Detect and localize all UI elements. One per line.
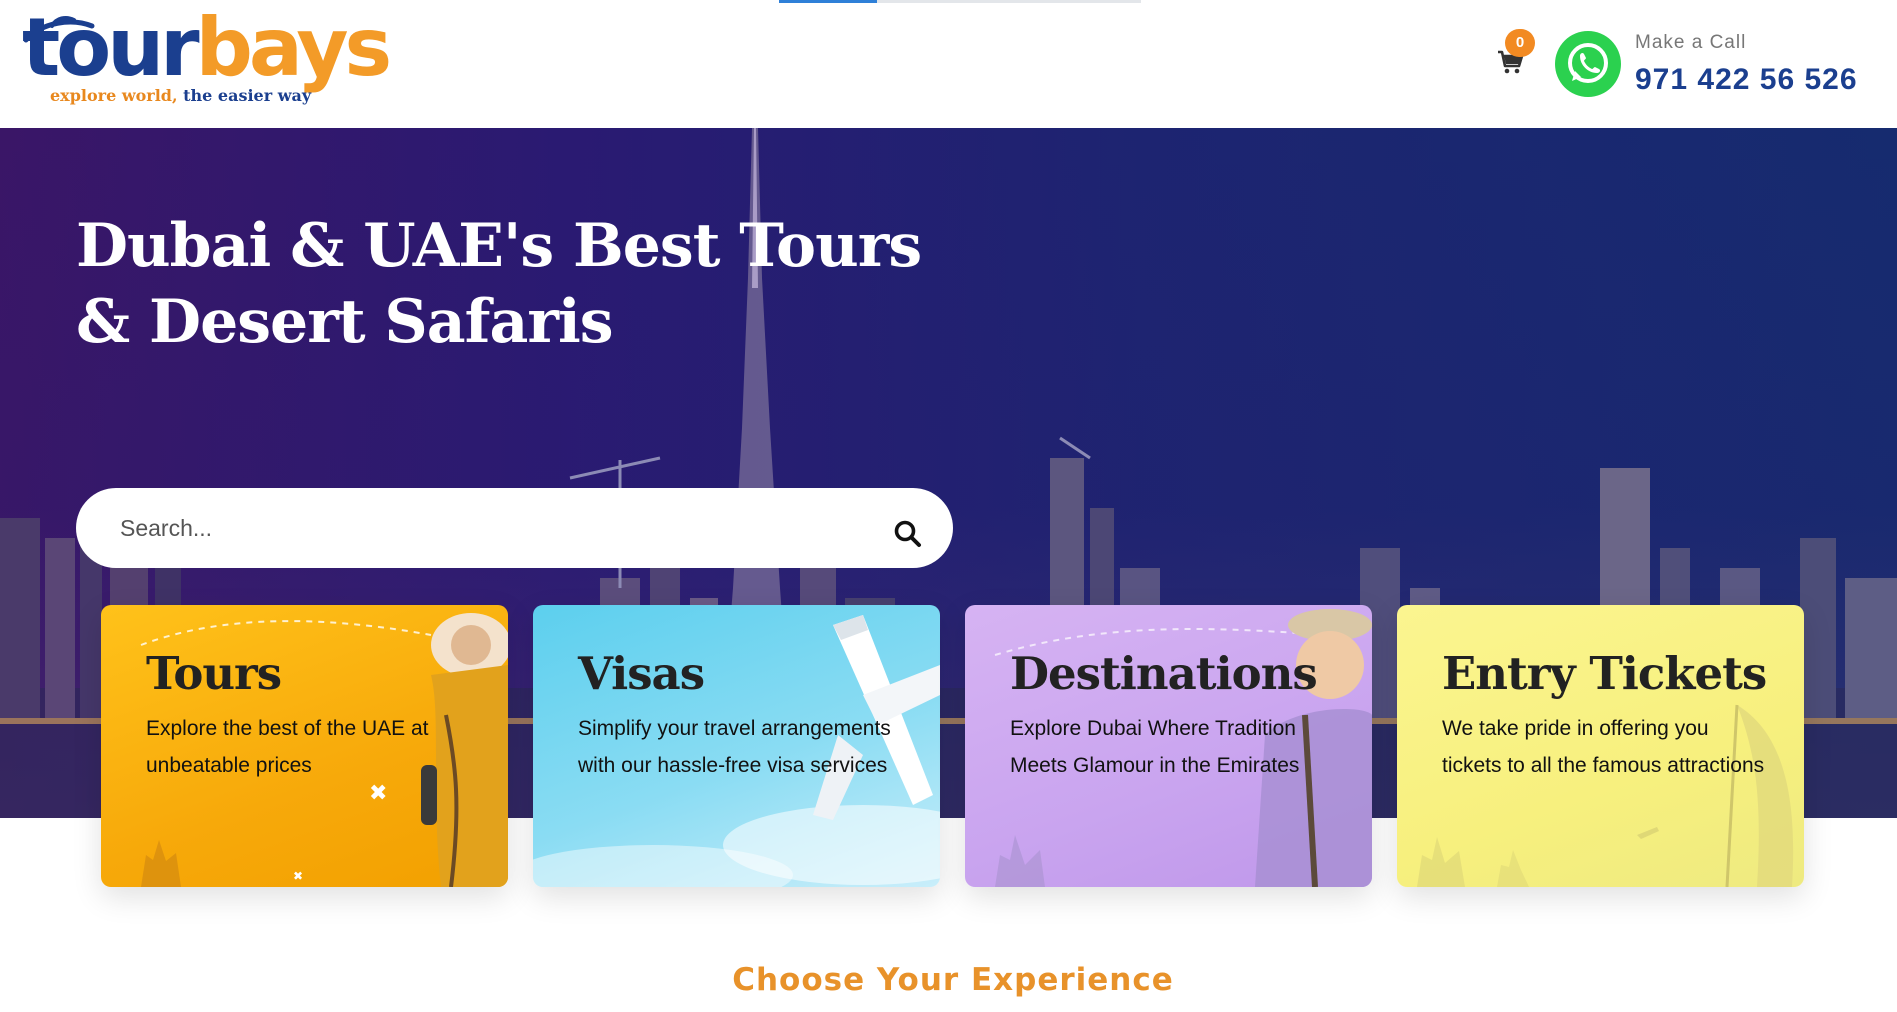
category-title-tours: Tours [146,647,282,700]
category-desc-destinations: Explore Dubai Where Tradition Meets Glam… [1010,717,1300,777]
whatsapp-glyph-icon [1568,43,1608,83]
category-desc-tours: Explore the best of the UAE at unbeatabl… [146,717,429,777]
hero-title: Dubai & UAE's Best Tours & Desert Safari… [76,211,922,357]
site-logo[interactable]: tourbays explore world, the easier way [22,8,392,114]
site-header: tourbays explore world, the easier way 0… [0,0,1897,128]
logo-tagline: explore world, the easier way [50,86,311,105]
call-phone-number[interactable]: 971 422 56 526 [1635,63,1858,97]
page-progress-fill [779,0,877,3]
section-heading: Choose Your Experience [732,962,1174,998]
logo-word-tour: tour [22,1,200,94]
category-card-destinations[interactable]: Destinations Explore Dubai Where Traditi… [965,605,1372,887]
whatsapp-icon[interactable] [1555,31,1621,97]
call-label: Make a Call [1635,32,1747,53]
category-title-entry-tickets: Entry Tickets [1442,647,1767,700]
category-title-destinations: Destinations [1010,647,1318,700]
svg-text:✖: ✖ [369,781,387,806]
page-progress-bar [779,0,1141,3]
category-desc-entry-tickets: We take pride in offering you tickets to… [1442,717,1765,777]
logo-tagline-part1: explore world, [50,86,178,105]
logo-word-bays: bays [195,1,393,94]
category-card-entry-tickets[interactable]: Entry Tickets We take pride in offering … [1397,605,1804,887]
svg-text:✖: ✖ [293,869,303,883]
cart-count-badge: 0 [1505,29,1535,57]
logo-wordmark: tourbays [22,8,392,88]
search-input[interactable] [120,508,880,548]
logo-tagline-part2: the easier way [183,86,312,105]
category-desc-visas: Simplify your travel arrangements with o… [578,717,891,777]
category-card-tours[interactable]: ✖ ✖ Tours Explore the best of the UAE at… [101,605,508,887]
search-bar[interactable] [76,488,953,568]
search-icon[interactable] [893,519,923,549]
category-card-visas[interactable]: Visas Simplify your travel arrangements … [533,605,940,887]
category-title-visas: Visas [578,647,705,700]
